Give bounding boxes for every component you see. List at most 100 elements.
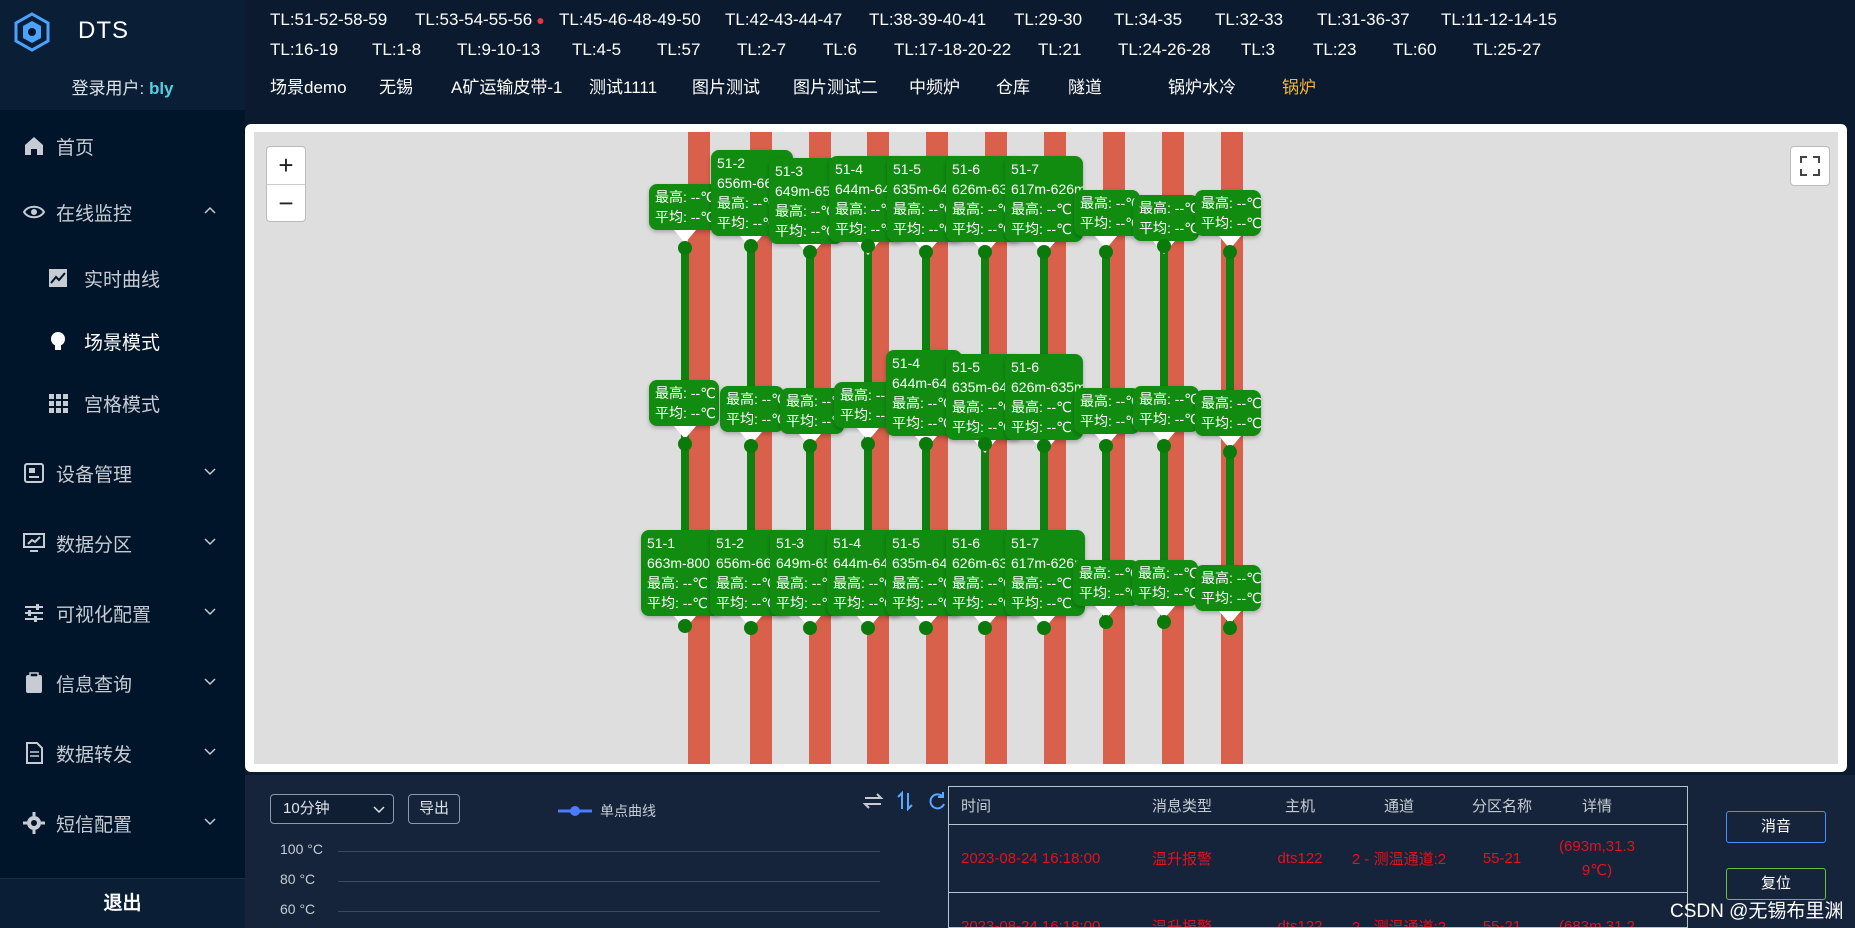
scene-tab[interactable]: TL:34-35 <box>1114 10 1182 30</box>
sidebar-item-7[interactable]: 可视化配置 <box>0 587 245 639</box>
sensor-label[interactable]: 最高: --℃ 平均: --℃ <box>649 184 719 230</box>
fullscreen-button[interactable] <box>1790 146 1830 186</box>
scene-tab[interactable]: TL:38-39-40-41 <box>869 10 986 30</box>
table-row[interactable]: 2023-08-24 16:18:00 温升报警 dts122 2 - 测温通道:2 5… <box>949 825 1687 893</box>
sensor-node[interactable] <box>678 241 692 255</box>
scene-tab[interactable]: TL:53-54-55-56 ● <box>415 10 545 30</box>
sensor-node[interactable] <box>861 437 875 451</box>
sensor-label[interactable]: 51-7 617m-626m 最高: --℃ 平均: --℃ <box>1005 156 1083 242</box>
sensor-label[interactable]: 最高: --℃ 平均: --℃ <box>1074 190 1140 236</box>
sidebar-item-10[interactable]: 短信配置 <box>0 797 245 849</box>
sensor-node[interactable] <box>861 621 875 635</box>
scene-tab[interactable]: A矿运输皮带-1 <box>451 73 562 98</box>
sensor-node[interactable] <box>1157 615 1171 629</box>
sensor-node[interactable] <box>1157 239 1171 253</box>
scene-tab[interactable]: 隧道 <box>1068 73 1102 98</box>
sensor-node[interactable] <box>1099 615 1113 629</box>
sidebar-item-5[interactable]: 设备管理 <box>0 447 245 499</box>
sensor-label[interactable]: 最高: --℃ 平均: --℃ <box>1195 565 1261 611</box>
sensor-node[interactable] <box>978 437 992 451</box>
scene-tab[interactable]: TL:17-18-20-22 <box>894 40 1011 60</box>
sensor-node[interactable] <box>1157 439 1171 453</box>
scene-tab[interactable]: 测试1111 <box>589 73 657 98</box>
sensor-node[interactable] <box>1037 245 1051 259</box>
sensor-node[interactable] <box>861 239 875 253</box>
time-range-select[interactable]: 10分钟 <box>270 794 394 824</box>
sidebar-item-8[interactable]: 信息查询 <box>0 657 245 709</box>
scene-tab[interactable]: TL:23 <box>1313 40 1356 60</box>
scene-tab[interactable]: TL:32-33 <box>1215 10 1283 30</box>
sensor-label[interactable]: 51-1 663m-800m 最高: --℃ 平均: --℃ <box>641 530 721 616</box>
sensor-node[interactable] <box>803 439 817 453</box>
scene-tab[interactable]: 锅炉 <box>1282 73 1316 98</box>
scene-tab[interactable]: TL:60 <box>1393 40 1436 60</box>
sidebar-item-0[interactable]: 首页 <box>0 120 245 172</box>
sensor-node[interactable] <box>803 245 817 259</box>
sensor-label[interactable]: 51-6 626m-635m 最高: --℃ 平均: --℃ <box>1005 354 1083 440</box>
scene-tab[interactable]: TL:11-12-14-15 <box>1441 10 1557 30</box>
sidebar-item-4[interactable]: 宫格模式 <box>0 377 245 429</box>
scene-tab[interactable]: TL:3 <box>1241 40 1275 60</box>
sensor-node[interactable] <box>919 245 933 259</box>
chart-legend[interactable]: 单点曲线 <box>558 801 656 821</box>
scene-tab[interactable]: TL:16-19 <box>270 40 338 60</box>
sensor-node[interactable] <box>744 239 758 253</box>
scene-map[interactable]: 最高: --℃ 平均: --℃ 51-2 656m-66 最高: --℃ 平均: --℃ 5… <box>254 132 1838 764</box>
scene-tab[interactable]: TL:1-8 <box>372 40 421 60</box>
sensor-label[interactable]: 最高: --℃ 平均: --℃ <box>1073 560 1139 606</box>
sensor-node[interactable] <box>978 621 992 635</box>
sensor-node[interactable] <box>1223 621 1237 635</box>
sensor-label[interactable]: 最高: --℃ 平均: --℃ <box>720 386 784 432</box>
sensor-node[interactable] <box>1099 245 1113 259</box>
sensor-node[interactable] <box>1099 439 1113 453</box>
sensor-node[interactable] <box>744 439 758 453</box>
sensor-node[interactable] <box>678 437 692 451</box>
scene-tab[interactable]: TL:21 <box>1038 40 1081 60</box>
scene-tab[interactable]: TL:42-43-44-47 <box>725 10 842 30</box>
mute-button[interactable]: 消音 <box>1726 811 1826 843</box>
scene-tab[interactable]: 中频炉 <box>909 73 960 98</box>
scene-tab[interactable]: 图片测试二 <box>793 73 878 98</box>
sensor-label[interactable]: 最高: --℃ 平均: --℃ <box>1195 190 1261 236</box>
swap-vertical-icon[interactable] <box>894 790 916 812</box>
scene-tab[interactable]: 场景demo <box>270 73 347 98</box>
scene-tab[interactable]: 图片测试 <box>692 73 760 98</box>
sidebar-item-6[interactable]: 数据分区 <box>0 517 245 569</box>
refresh-icon[interactable] <box>926 790 948 812</box>
sensor-node[interactable] <box>803 621 817 635</box>
zoom-out-button[interactable]: − <box>267 184 305 221</box>
sidebar-item-2[interactable]: 实时曲线 <box>0 252 245 304</box>
sensor-label[interactable]: 最高: --℃ 平均: --℃ <box>1195 390 1261 436</box>
sensor-node[interactable] <box>1037 621 1051 635</box>
sensor-node[interactable] <box>1037 439 1051 453</box>
swap-horizontal-icon[interactable] <box>862 790 884 812</box>
scene-tab[interactable]: TL:25-27 <box>1473 40 1541 60</box>
sensor-node[interactable] <box>744 621 758 635</box>
table-row[interactable]: 2023-08-24 16:18:00 温升报警 dts122 2 - 测温通道:2 5… <box>949 893 1687 928</box>
sensor-label[interactable]: 最高: --℃ 平均: --℃ <box>1133 386 1199 432</box>
scene-tab[interactable]: TL:9-10-13 <box>457 40 540 60</box>
scene-tab[interactable]: 仓库 <box>996 73 1030 98</box>
sensor-node[interactable] <box>919 621 933 635</box>
scene-tab[interactable]: TL:57 <box>657 40 700 60</box>
sensor-node[interactable] <box>919 437 933 451</box>
sensor-node[interactable] <box>1223 245 1237 259</box>
scene-tab[interactable]: TL:51-52-58-59 <box>270 10 387 30</box>
export-button[interactable]: 导出 <box>408 794 460 824</box>
sensor-label[interactable]: 最高: --℃ 平均: --℃ <box>1132 560 1198 606</box>
sensor-label[interactable]: 最高: --℃ 平均: --℃ <box>649 380 719 426</box>
scene-tab[interactable]: TL:29-30 <box>1014 10 1082 30</box>
scene-tab[interactable]: TL:45-46-48-49-50 <box>559 10 701 30</box>
scene-tab[interactable]: TL:2-7 <box>737 40 786 60</box>
sensor-node[interactable] <box>978 245 992 259</box>
scene-tab[interactable]: TL:24-26-28 <box>1118 40 1211 60</box>
scene-tab[interactable]: 锅炉水冷 <box>1168 73 1236 98</box>
sensor-label[interactable]: 最高: --℃ 平均: --℃ <box>1074 388 1140 434</box>
zoom-in-button[interactable]: + <box>267 147 305 184</box>
scene-tab[interactable]: TL:4-5 <box>572 40 621 60</box>
sidebar-item-1[interactable]: 在线监控 <box>0 186 245 238</box>
sidebar-item-9[interactable]: 数据转发 <box>0 727 245 779</box>
logout-button[interactable]: 退出 <box>0 878 245 928</box>
sensor-node[interactable] <box>678 619 692 633</box>
scene-tab[interactable]: TL:31-36-37 <box>1317 10 1410 30</box>
